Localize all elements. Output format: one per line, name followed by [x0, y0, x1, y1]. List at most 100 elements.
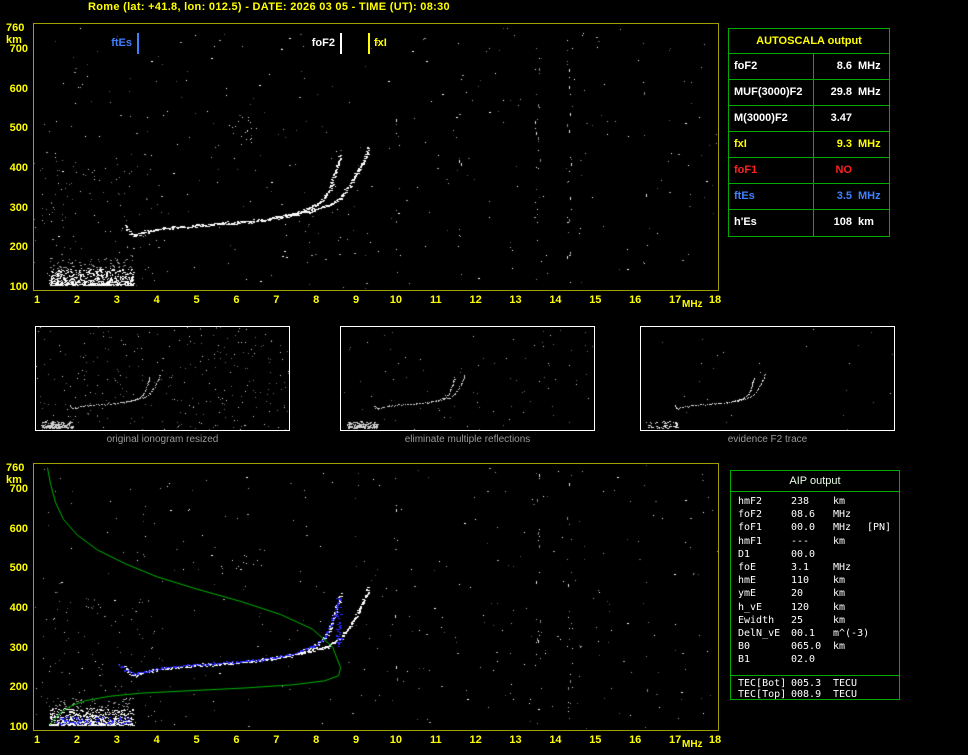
autoscala-row-h'Es: h'Es 108 km — [729, 210, 889, 236]
autoscala-param-value: 29.8 MHz — [814, 80, 889, 105]
x-tick-label: 2 — [73, 294, 80, 306]
aip-param-name: hmF2 — [738, 496, 763, 507]
aip-param-value: 02.0 — [791, 654, 816, 666]
x-tick-label: 1 — [33, 734, 41, 746]
autoscala-param-label: MUF(3000)F2 — [729, 80, 814, 105]
x-tick-label: 18 — [708, 294, 722, 306]
autoscala-table-header: AUTOSCALA output — [729, 29, 889, 54]
x-tick-label: 15 — [589, 734, 602, 746]
autoscala-row-foF1: foF1 NO — [729, 158, 889, 184]
aip-param-unit: MHz — [833, 509, 852, 521]
value-unit: MHz — [858, 190, 881, 202]
aip-separator-line — [731, 675, 899, 676]
x-tick-label: 8 — [313, 734, 320, 746]
aip-row-Ewidth: Ewidth 25 km — [731, 615, 899, 628]
x-tick-label: 6 — [233, 734, 240, 746]
autoscala-param-value: 3.47 — [814, 106, 889, 131]
value-number: NO — [835, 164, 853, 176]
value-number: 29.8 — [830, 86, 852, 98]
aip-param-value: 005.3 — [791, 678, 822, 689]
value-number: 3.5 — [836, 190, 852, 202]
aip-param-name: foF1 — [738, 522, 763, 534]
y-tick-label: 400 — [9, 161, 28, 174]
autoscala-param-value: NO — [814, 158, 889, 183]
fxI-marker-label: fxI — [374, 37, 387, 49]
y-tick-label: 500 — [9, 562, 28, 575]
x-tick-label: 4 — [153, 294, 160, 306]
x-tick-label: 10 — [389, 294, 403, 306]
aip-row-foE: foE 3.1 MHz — [731, 562, 899, 575]
x-tick-label: 18 — [708, 734, 722, 746]
bottom-ionogram-canvas — [33, 463, 719, 731]
autoscala-param-label: M(3000)F2 — [729, 106, 814, 131]
autoscala-screen: Rome (lat: +41.8, lon: 012.5) - DATE: 20… — [0, 0, 968, 755]
aip-param-unit: km — [833, 601, 846, 613]
y-tick-label: 100 — [9, 721, 28, 733]
aip-param-unit: km — [833, 575, 846, 587]
aip-param-name: foE — [738, 561, 757, 573]
y-axis-unit-label: km — [6, 474, 22, 486]
x-tick-label: 5 — [193, 734, 200, 746]
y-tick-label: 100 — [9, 281, 28, 293]
aip-row-DelN_vE: DelN_vE 00.1 m^(-3) — [731, 628, 899, 641]
aip-row-B0: B0 065.0 km — [731, 641, 899, 654]
x-tick-label: 5 — [193, 294, 200, 306]
aip-tec-row-TEC[Top]: TEC[Top] 008.9 TECU — [731, 689, 899, 700]
aip-param-name: DelN_vE — [738, 627, 781, 639]
value-unit: MHz — [858, 138, 881, 150]
autoscala-param-label: foF2 — [729, 54, 814, 79]
y-axis-top-label: 760 — [6, 22, 25, 34]
x-tick-label: 14 — [549, 734, 562, 746]
value-number: 108 — [833, 216, 852, 228]
aip-table-header: AIP output — [731, 471, 899, 492]
y-tick-label: 500 — [9, 122, 28, 135]
x-tick-label: 2 — [73, 734, 80, 746]
autoscala-row-fxI: fxI 9.3 MHz — [729, 132, 889, 158]
aip-param-name: ymE — [738, 588, 757, 600]
value-number: 8.6 — [836, 60, 852, 72]
x-tick-label: 10 — [389, 734, 403, 746]
aip-param-unit: km — [833, 614, 846, 626]
y-tick-label: 600 — [9, 82, 28, 95]
autoscala-param-label: fxI — [729, 132, 814, 157]
y-tick-label: 200 — [9, 241, 28, 254]
aip-param-name: D1 — [738, 548, 751, 560]
aip-param-extra: [PN] — [867, 522, 892, 534]
aip-param-unit: TECU — [833, 678, 858, 689]
y-tick-label: 200 — [9, 681, 28, 694]
aip-param-name: TEC[Bot] — [738, 678, 787, 689]
aip-param-name: TEC[Top] — [738, 689, 787, 701]
station-title: Rome (lat: +41.8, lon: 012.5) - DATE: 20… — [88, 1, 450, 13]
aip-row-ymE: ymE 20 km — [731, 588, 899, 601]
x-tick-label: 6 — [233, 294, 240, 306]
value-unit: MHz — [858, 60, 881, 72]
x-tick-label: 4 — [153, 734, 160, 746]
top-ionogram-canvas — [33, 23, 719, 291]
aip-param-unit: TECU — [833, 689, 858, 701]
x-tick-label: 7 — [273, 734, 280, 746]
aip-param-value: 238 — [791, 496, 810, 507]
autoscala-table: AUTOSCALA output foF2 8.6 MHz MUF(3000)F2 29… — [728, 28, 890, 237]
x-axis-unit-label: MHz — [682, 299, 703, 310]
y-axis-unit-label: km — [6, 34, 22, 46]
aip-param-value: 008.9 — [791, 689, 822, 701]
x-tick-label: 1 — [33, 294, 41, 306]
aip-param-value: 00.0 — [791, 548, 816, 560]
thumbnail-f2-trace-evidence — [640, 326, 895, 431]
ftEs-marker-line — [137, 33, 139, 54]
aip-param-value: 08.6 — [791, 509, 816, 521]
aip-param-unit: km — [833, 641, 846, 653]
y-tick-label: 300 — [9, 641, 28, 654]
aip-param-name: B0 — [738, 641, 751, 653]
aip-row-D1: D1 00.0 — [731, 549, 899, 562]
aip-param-unit: km — [833, 535, 846, 547]
aip-param-name: hmE — [738, 575, 757, 587]
aip-row-hmE: hmE 110 km — [731, 575, 899, 588]
x-tick-label: 11 — [429, 734, 442, 746]
aip-param-value: --- — [791, 535, 810, 547]
x-tick-label: 14 — [549, 294, 562, 306]
x-tick-label: 13 — [509, 294, 522, 306]
foF2-marker-line — [340, 33, 342, 54]
thumbnail-multiple-reflections-removed — [340, 326, 595, 431]
autoscala-param-value: 108 km — [814, 210, 889, 236]
